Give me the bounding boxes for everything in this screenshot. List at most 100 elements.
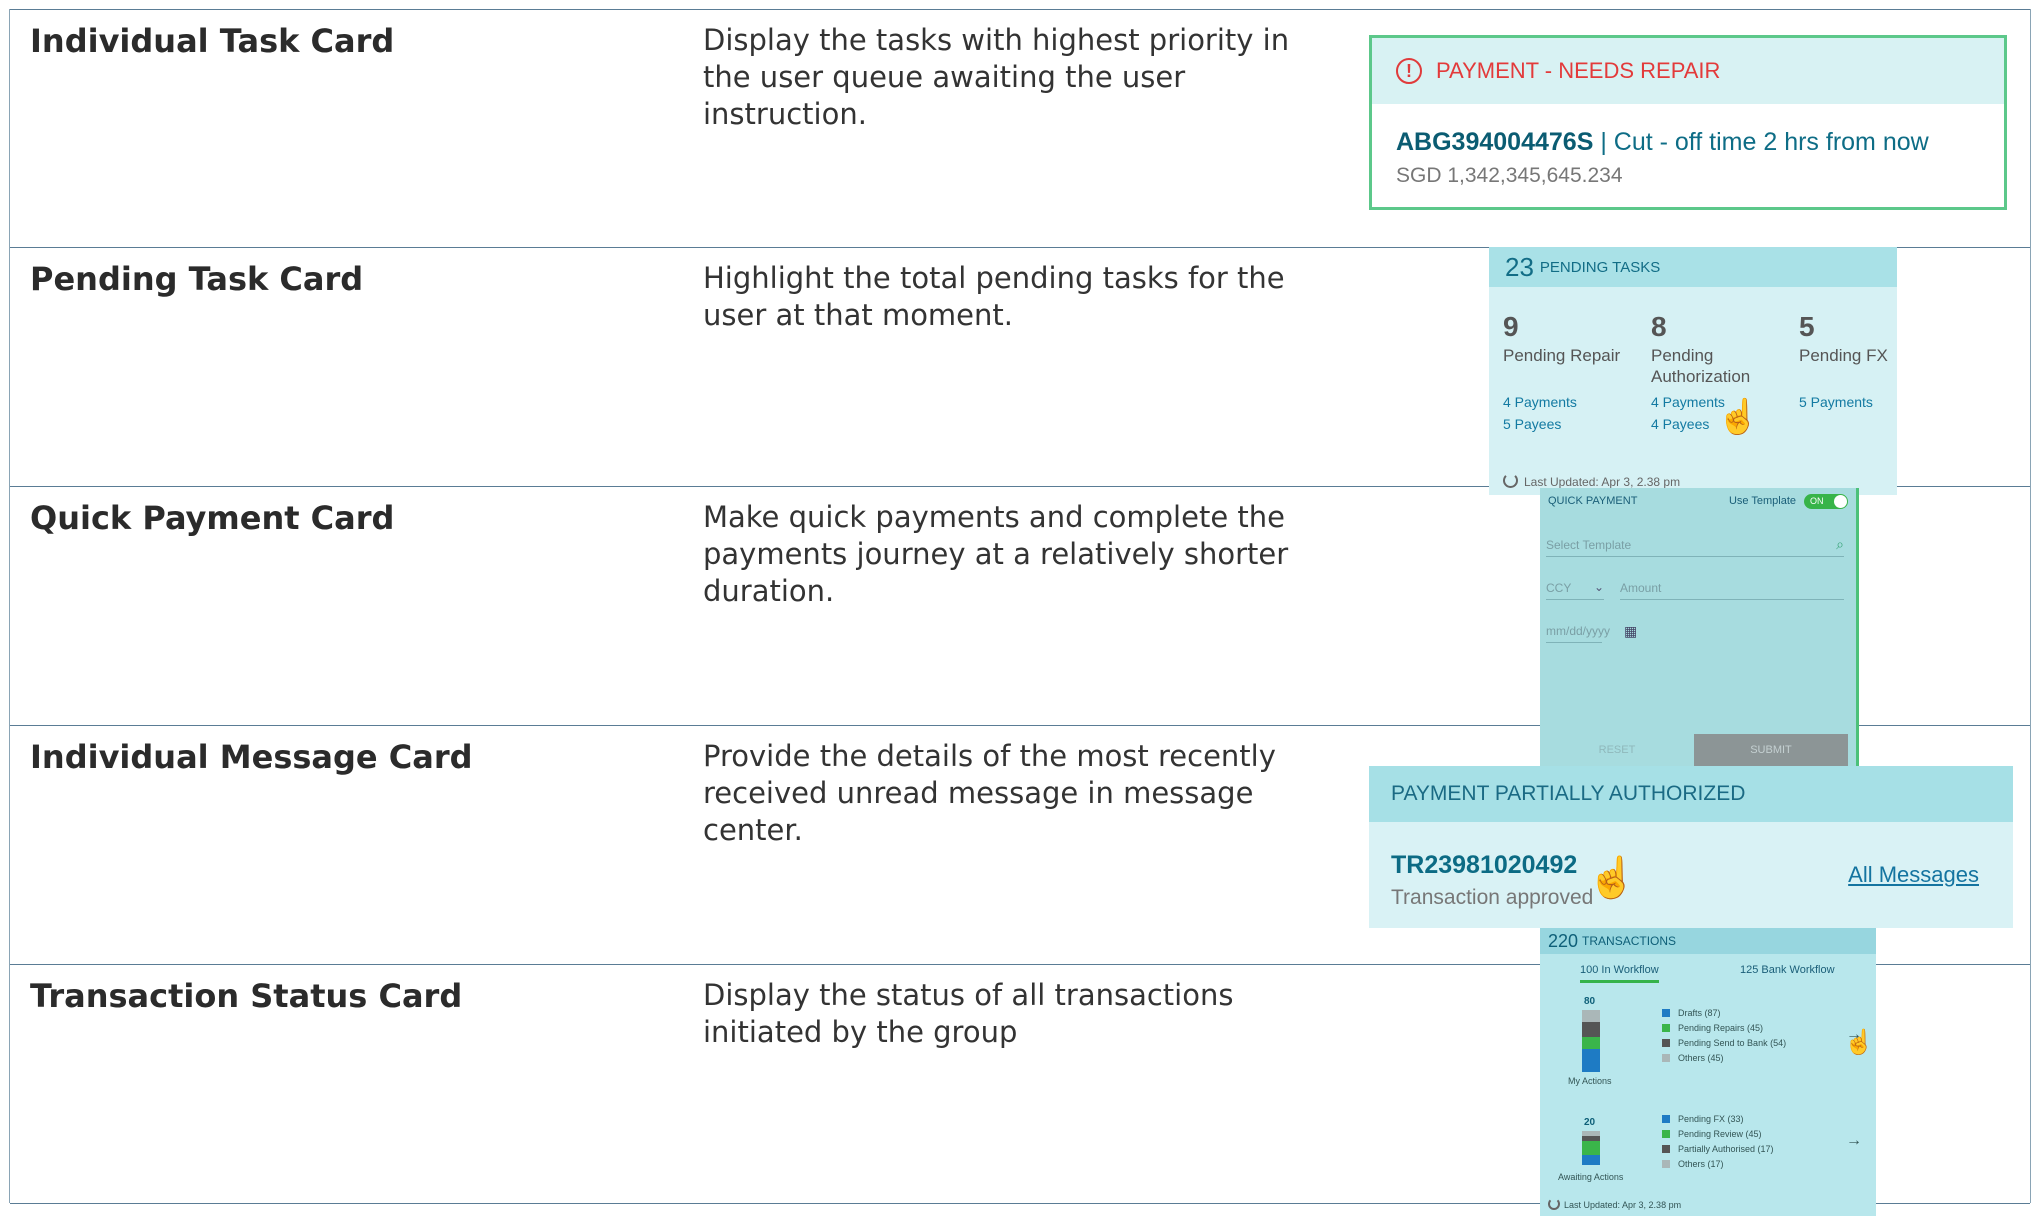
pending-column: 9 Pending Repair 4 Payments 5 Payees <box>1503 311 1643 435</box>
search-icon[interactable]: ⌕ <box>1836 536 1844 553</box>
legend-swatch <box>1662 1115 1670 1123</box>
row-description: Make quick payments and complete the pay… <box>703 500 1289 608</box>
refresh-icon[interactable] <box>1548 1198 1560 1210</box>
awaiting-actions-stack <box>1582 1131 1600 1165</box>
pending-label: PENDING TASKS <box>1539 258 1661 276</box>
legend-swatch <box>1662 1054 1670 1062</box>
transactions-label: TRANSACTIONS <box>1582 934 1677 948</box>
hand-cursor-icon: ☝ <box>1844 1029 1874 1056</box>
row-name: Transaction Status Card <box>30 977 463 1015</box>
my-actions-legend: Drafts (87) Pending Repairs (45) Pending S… <box>1662 1006 1786 1066</box>
transactions-updated: Last Updated: Apr 3, 2.38 pm <box>1548 1198 1681 1210</box>
legend-label: Pending Review (45) <box>1678 1129 1762 1139</box>
legend-item: Pending Repairs (45) <box>1662 1021 1786 1036</box>
pending-total: 23 <box>1505 251 1534 282</box>
refresh-icon[interactable] <box>1503 473 1518 488</box>
legend-swatch <box>1662 1009 1670 1017</box>
pending-count: 5 <box>1799 311 1815 342</box>
task-amount: SGD 1,342,345,645.234 <box>1396 164 1623 187</box>
awaiting-actions-label: Awaiting Actions <box>1558 1172 1624 1182</box>
my-actions-value: 80 <box>1584 996 1596 1007</box>
pending-link[interactable]: 5 Payees <box>1503 413 1643 435</box>
arrow-right-icon[interactable]: → <box>1846 1132 1862 1150</box>
row-name: Individual Task Card <box>30 22 395 60</box>
use-template-label: Use Template <box>1728 495 1796 507</box>
transactions-updated-text: Last Updated: Apr 3, 2.38 pm <box>1564 1200 1682 1210</box>
hand-cursor-icon: ☝ <box>1587 856 1637 900</box>
legend-item: Others (45) <box>1662 1051 1786 1066</box>
legend-item: Others (17) <box>1662 1157 1774 1172</box>
pending-title: Pending Repair <box>1503 346 1621 365</box>
pending-column: 5 Pending FX 5 Payments <box>1799 311 1939 413</box>
row-description: Display the status of all transactions i… <box>703 978 1234 1049</box>
legend-swatch <box>1662 1024 1670 1032</box>
my-actions-label: My Actions <box>1568 1076 1612 1086</box>
quick-payment-title: QUICK PAYMENT <box>1548 495 1638 507</box>
pending-count: 9 <box>1503 311 1519 342</box>
transactions-header: 220 TRANSACTIONS <box>1540 928 1876 954</box>
message-reference[interactable]: TR23981020492 <box>1391 851 1577 880</box>
pending-link[interactable]: 5 Payments <box>1799 391 1939 413</box>
pending-link[interactable]: 4 Payments <box>1503 391 1643 413</box>
legend-swatch <box>1662 1145 1670 1153</box>
pending-title: Pending Authorization <box>1651 346 1751 386</box>
legend-item: Partially Authorised (17) <box>1662 1142 1774 1157</box>
date-field[interactable]: mm/dd/yyyy <box>1546 624 1610 643</box>
currency-field[interactable]: CCY ⌄ <box>1546 580 1604 600</box>
use-template-toggle[interactable]: ON <box>1804 493 1848 509</box>
stack-segment <box>1582 1048 1600 1072</box>
chevron-down-icon[interactable]: ⌄ <box>1594 580 1604 594</box>
amount-field[interactable]: Amount <box>1620 581 1844 600</box>
row-name: Quick Payment Card <box>30 499 395 537</box>
individual-task-card[interactable]: ! PAYMENT - NEEDS REPAIR ABG394004476S |… <box>1369 35 2007 210</box>
hand-cursor-icon: ☝ <box>1717 398 1760 436</box>
legend-label: Others (45) <box>1678 1053 1724 1063</box>
legend-swatch <box>1662 1130 1670 1138</box>
pending-title: Pending FX <box>1799 346 1888 365</box>
stack-segment <box>1582 1036 1600 1049</box>
awaiting-actions-value: 20 <box>1584 1117 1596 1128</box>
legend-item: Pending FX (33) <box>1662 1112 1774 1127</box>
reset-button[interactable]: RESET <box>1540 734 1694 766</box>
amount-placeholder: Amount <box>1620 581 1662 595</box>
row-description: Provide the details of the most recently… <box>703 739 1276 847</box>
tab-in-workflow[interactable]: 100 In Workflow <box>1580 964 1659 983</box>
pending-count: 8 <box>1651 311 1667 342</box>
row-description: Display the tasks with highest priority … <box>703 23 1290 131</box>
legend-item: Pending Review (45) <box>1662 1127 1774 1142</box>
transactions-total: 220 <box>1548 930 1579 951</box>
row-name: Individual Message Card <box>30 738 473 776</box>
alert-icon: ! <box>1396 58 1422 84</box>
transaction-tabs: 100 In Workflow 125 Bank Workflow <box>1540 964 1876 986</box>
pending-updated-text: Last Updated: Apr 3, 2.38 pm <box>1524 475 1681 489</box>
stack-segment <box>1582 1010 1600 1023</box>
toggle-state: ON <box>1810 496 1824 506</box>
message-subtitle: Transaction approved <box>1391 886 1594 909</box>
legend-label: Pending FX (33) <box>1678 1114 1744 1124</box>
legend-item: Pending Send to Bank (54) <box>1662 1036 1786 1051</box>
submit-button[interactable]: SUBMIT <box>1694 734 1848 766</box>
calendar-icon[interactable]: ▦ <box>1624 623 1637 640</box>
row-name: Pending Task Card <box>30 260 364 298</box>
all-messages-link[interactable]: All Messages <box>1848 862 1979 888</box>
my-actions-stack <box>1582 1010 1600 1072</box>
quick-payment-header: QUICK PAYMENT Use Template ON <box>1540 488 1856 514</box>
task-cutoff: | Cut - off time 2 hrs from now <box>1593 128 1929 156</box>
task-card-header: ! PAYMENT - NEEDS REPAIR <box>1372 38 2004 104</box>
tab-bank-workflow[interactable]: 125 Bank Workflow <box>1740 964 1835 976</box>
select-template-placeholder: Select Template <box>1546 538 1632 552</box>
pending-card-header: 23 PENDING TASKS <box>1489 247 1897 287</box>
individual-message-card[interactable]: PAYMENT PARTIALLY AUTHORIZED TR239810204… <box>1369 766 2013 928</box>
legend-label: Partially Authorised (17) <box>1678 1144 1774 1154</box>
legend-swatch <box>1662 1160 1670 1168</box>
legend-swatch <box>1662 1039 1670 1047</box>
task-status: PAYMENT - NEEDS REPAIR <box>1436 58 1721 83</box>
currency-placeholder: CCY <box>1546 581 1572 595</box>
select-template-field[interactable]: Select Template ⌕ <box>1546 536 1844 557</box>
row-description: Highlight the total pending tasks for th… <box>703 261 1285 332</box>
date-placeholder: mm/dd/yyyy <box>1546 624 1611 638</box>
task-reference[interactable]: ABG394004476S <box>1396 128 1593 156</box>
message-title: PAYMENT PARTIALLY AUTHORIZED <box>1369 766 2013 822</box>
legend-label: Others (17) <box>1678 1159 1724 1169</box>
legend-item: Drafts (87) <box>1662 1006 1786 1021</box>
